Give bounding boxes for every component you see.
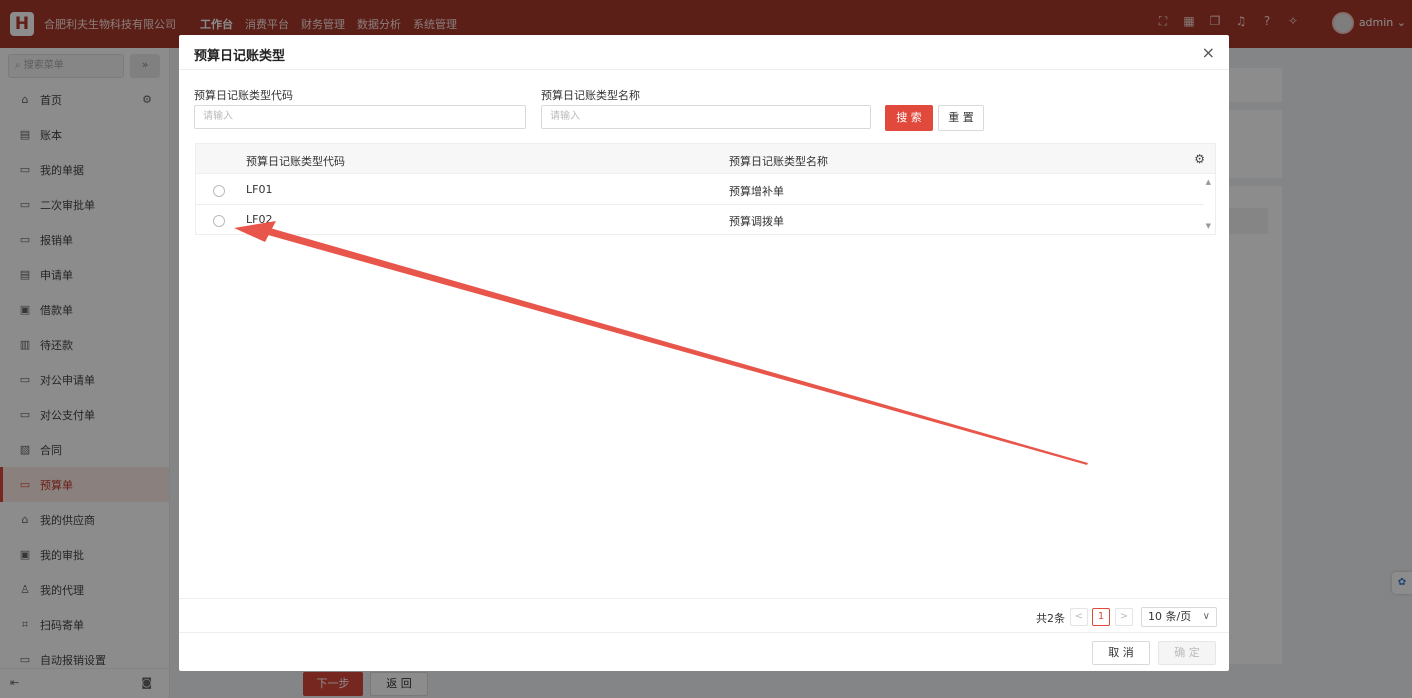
cell-code: LF02 [246, 213, 273, 226]
pager-next-button[interactable]: > [1115, 608, 1133, 626]
scroll-up-icon[interactable]: ▲ [1206, 178, 1211, 186]
row-radio[interactable] [213, 185, 225, 197]
pager-prev-button[interactable]: < [1070, 608, 1088, 626]
pager-page-1[interactable]: 1 [1092, 608, 1110, 626]
close-icon[interactable]: × [1202, 43, 1215, 62]
column-header-name: 预算日记账类型名称 [729, 155, 828, 168]
page-size-select[interactable]: 10 条/页 ∨ [1141, 607, 1217, 627]
cancel-button[interactable]: 取 消 [1092, 641, 1150, 665]
reset-button[interactable]: 重 置 [938, 105, 984, 131]
column-header-code: 预算日记账类型代码 [246, 155, 345, 168]
cell-code: LF01 [246, 183, 273, 196]
journal-type-modal: 预算日记账类型 × 预算日记账类型代码 请输入 预算日记账类型名称 请输入 搜 … [179, 35, 1229, 671]
confirm-button[interactable]: 确 定 [1158, 641, 1216, 665]
table-row[interactable]: LF02 预算调拨单 [196, 205, 1204, 235]
name-filter-input[interactable]: 请输入 [541, 105, 871, 129]
code-filter-label: 预算日记账类型代码 [194, 89, 293, 102]
cell-name: 预算增补单 [729, 185, 784, 198]
search-button[interactable]: 搜 索 [885, 105, 933, 131]
chevron-down-icon: ∨ [1202, 611, 1210, 622]
modal-title: 预算日记账类型 [194, 49, 286, 64]
pager-divider [179, 598, 1229, 599]
table-header: 预算日记账类型代码 预算日记账类型名称 ⚙ [196, 144, 1215, 174]
code-filter-input[interactable]: 请输入 [194, 105, 526, 129]
modal-divider [179, 69, 1229, 70]
scroll-down-icon[interactable]: ▼ [1206, 222, 1211, 230]
gear-icon[interactable]: ⚙ [1194, 152, 1205, 166]
pager-total: 共2条 [1036, 612, 1065, 625]
journal-type-table: 预算日记账类型代码 预算日记账类型名称 ⚙ LF01 预算增补单 LF02 预算… [195, 143, 1216, 235]
footer-divider [179, 632, 1229, 633]
cell-name: 预算调拨单 [729, 215, 784, 228]
name-filter-label: 预算日记账类型名称 [541, 89, 640, 102]
row-radio[interactable] [213, 215, 225, 227]
table-row[interactable]: LF01 预算增补单 [196, 175, 1204, 205]
